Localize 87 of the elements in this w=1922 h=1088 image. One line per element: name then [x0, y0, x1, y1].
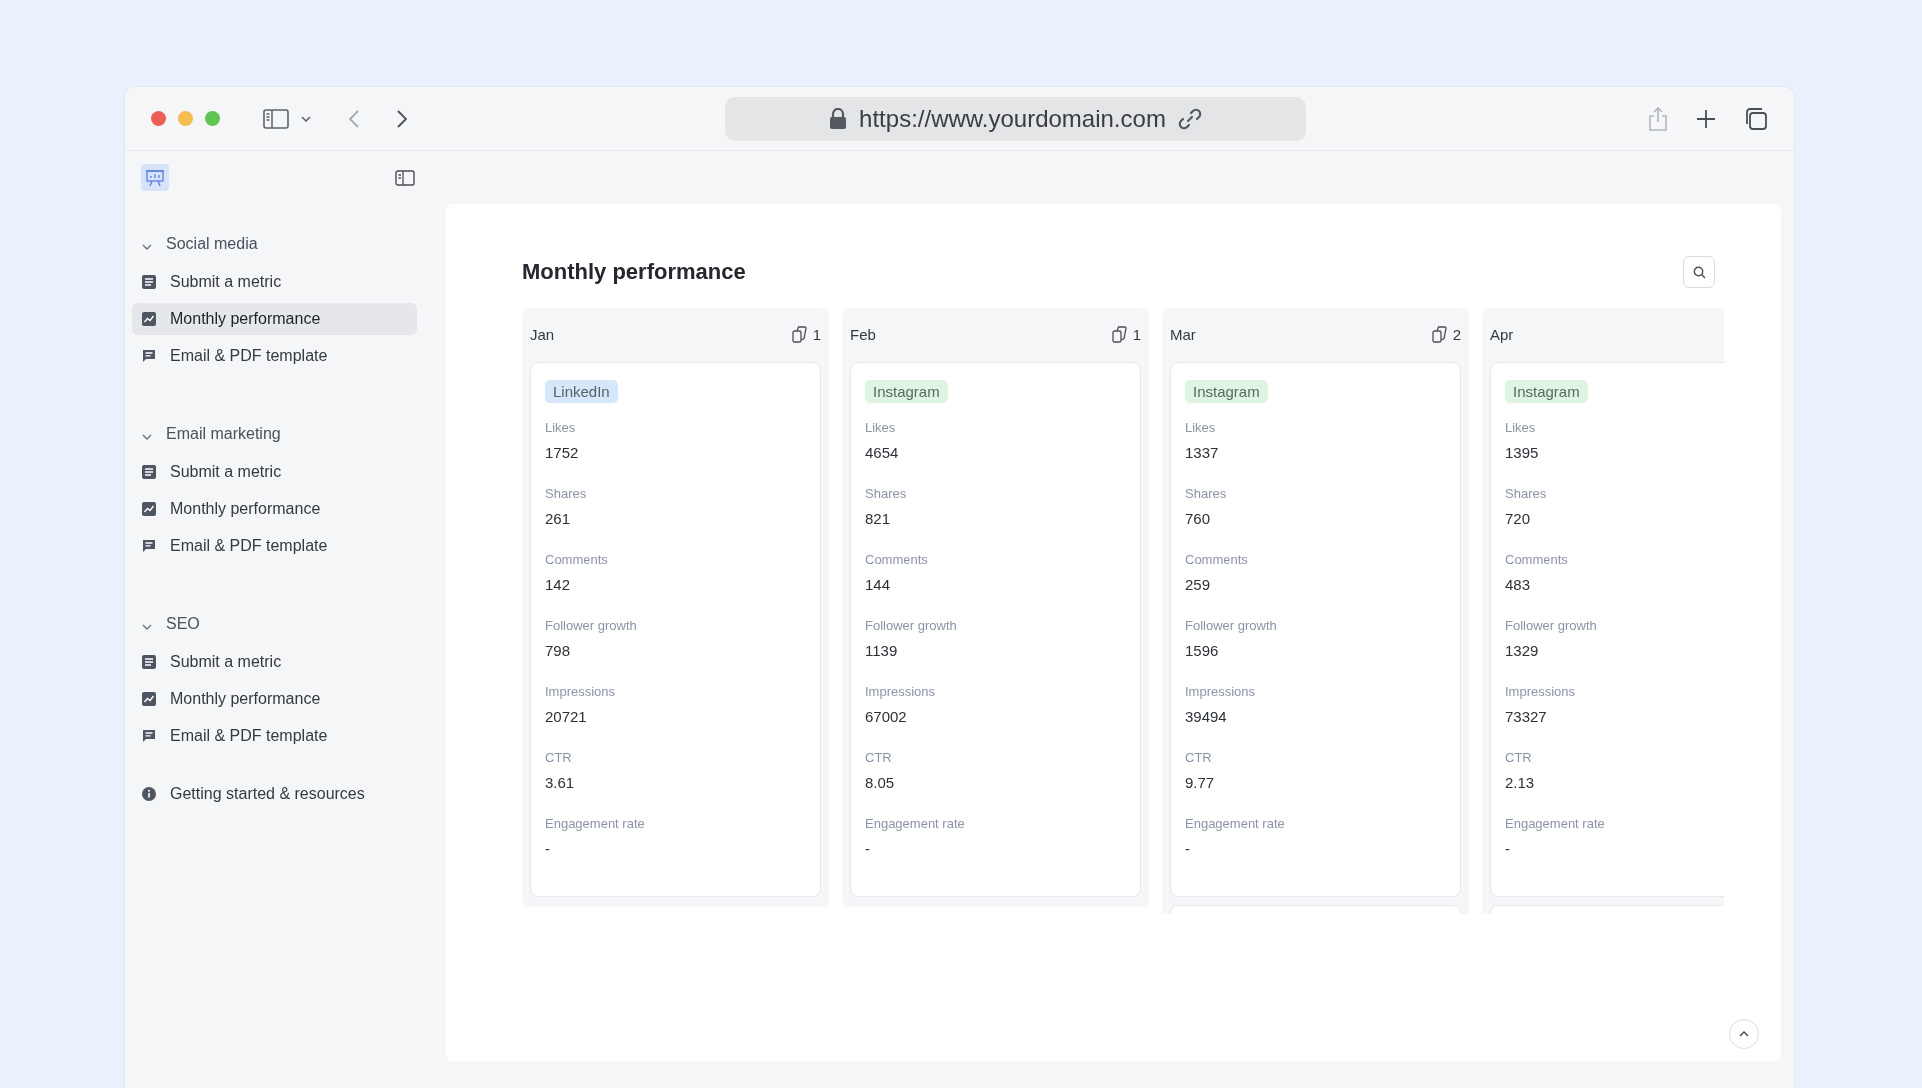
- field-label: Engagement rate: [545, 816, 646, 831]
- field-label: CTR: [545, 750, 573, 765]
- section-header[interactable]: SEO: [132, 607, 439, 641]
- field-value: 1395: [1505, 444, 1540, 461]
- field-label: Follower growth: [1505, 618, 1598, 633]
- field-value: 1337: [1185, 444, 1220, 461]
- field-value: 3.61: [545, 774, 576, 791]
- column-title: Jan: [530, 325, 555, 343]
- nav-item[interactable]: Email & PDF template: [132, 340, 417, 372]
- field-label: Likes: [1505, 420, 1537, 435]
- field-value: -: [865, 840, 871, 857]
- nav-item[interactable]: Submit a metric: [132, 456, 417, 488]
- section-header[interactable]: Social media: [132, 227, 439, 261]
- field-label: Comments: [1185, 552, 1249, 567]
- field-value: 4654: [865, 444, 900, 461]
- record-card[interactable]: Instagram Likes 4654 Shares 821 Comments 144 Follower growth 1139 Impressions 67002 CTR 8.05 Engagement rate -: [850, 362, 1141, 897]
- field-value: 8.05: [865, 774, 896, 791]
- field-label: Engagement rate: [865, 816, 966, 831]
- field-label: Follower growth: [865, 618, 958, 633]
- field-value: 1139: [865, 642, 899, 659]
- field-label: Comments: [1505, 552, 1569, 567]
- nav-item[interactable]: Submit a metric: [132, 266, 417, 298]
- field-label: Likes: [545, 420, 577, 435]
- field-value: 9.77: [1185, 774, 1216, 791]
- card-count: 1: [1132, 325, 1141, 343]
- tag: Instagram: [1505, 380, 1588, 403]
- field-label: Shares: [1185, 486, 1228, 501]
- field-value: 73327: [1505, 708, 1548, 725]
- field-label: Comments: [545, 552, 609, 567]
- field-label: CTR: [1185, 750, 1213, 765]
- field-label: CTR: [1505, 750, 1533, 765]
- field-value: 67002: [865, 708, 908, 725]
- field-label: CTR: [865, 750, 893, 765]
- nav-item[interactable]: Getting started & resources: [132, 778, 417, 810]
- field-value: 760: [1185, 510, 1212, 527]
- field-label: Follower growth: [545, 618, 638, 633]
- field-value: -: [1185, 840, 1191, 857]
- card-count: 1: [812, 325, 821, 343]
- field-value: 1329: [1505, 642, 1540, 659]
- field-value: 261: [545, 510, 572, 527]
- card-count: 2: [1452, 325, 1461, 343]
- nav-item[interactable]: Monthly performance: [132, 493, 417, 525]
- field-value: 821: [865, 510, 892, 527]
- section-header[interactable]: Email marketing: [132, 417, 439, 451]
- page-title: Monthly performance: [522, 259, 746, 285]
- field-label: Impressions: [1505, 684, 1577, 699]
- field-label: Impressions: [865, 684, 937, 699]
- field-label: Follower growth: [1185, 618, 1278, 633]
- tag: Instagram: [865, 380, 948, 403]
- tag: LinkedIn: [545, 380, 618, 403]
- field-label: Likes: [1185, 420, 1217, 435]
- field-value: 259: [1185, 576, 1212, 593]
- field-value: 2.13: [1505, 774, 1536, 791]
- field-value: 1596: [1185, 642, 1220, 659]
- nav-item[interactable]: Email & PDF template: [132, 720, 417, 752]
- record-card[interactable]: Instagram Likes 1337 Shares 760 Comments 259 Follower growth 1596 Impressions 39494 CTR 9.77 Engagement rate -: [1170, 362, 1461, 897]
- address-bar[interactable]: https://www.yourdomain.com: [725, 96, 1306, 141]
- field-label: Engagement rate: [1505, 816, 1606, 831]
- field-label: Shares: [1505, 486, 1548, 501]
- field-value: 20721: [545, 708, 588, 725]
- field-label: Comments: [865, 552, 929, 567]
- field-value: 142: [545, 576, 572, 593]
- field-label: Shares: [865, 486, 908, 501]
- nav-item[interactable]: Monthly performance: [132, 303, 417, 335]
- field-value: 483: [1505, 576, 1532, 593]
- column-title: Mar: [1170, 325, 1196, 343]
- field-value: -: [1505, 840, 1511, 857]
- field-label: Shares: [545, 486, 588, 501]
- field-label: Likes: [865, 420, 897, 435]
- column-title: Apr: [1490, 325, 1514, 343]
- field-value: 1752: [545, 444, 580, 461]
- field-value: 720: [1505, 510, 1532, 527]
- field-label: Impressions: [545, 684, 617, 699]
- field-value: -: [545, 840, 551, 857]
- nav-item[interactable]: Email & PDF template: [132, 530, 417, 562]
- field-label: Engagement rate: [1185, 816, 1286, 831]
- url-text: https://www.yourdomain.com: [859, 104, 1166, 133]
- tag: Instagram: [1185, 380, 1268, 403]
- nav-item[interactable]: Submit a metric: [132, 646, 417, 678]
- field-label: Impressions: [1185, 684, 1257, 699]
- field-value: 798: [545, 642, 572, 659]
- record-card[interactable]: LinkedIn Likes 1752 Shares 261 Comments 142 Follower growth 798 Impressions 20721 CTR 3.61 Engagement rate -: [530, 362, 821, 897]
- field-value: 39494: [1185, 708, 1228, 725]
- nav-item[interactable]: Monthly performance: [132, 683, 417, 715]
- field-value: 144: [865, 576, 892, 593]
- record-card[interactable]: Instagram Likes 1395 Shares 720 Comments 483 Follower growth 1329 Impressions 73327 CTR 2.13 Engagement rate -: [1490, 362, 1724, 897]
- column-title: Feb: [850, 325, 876, 343]
